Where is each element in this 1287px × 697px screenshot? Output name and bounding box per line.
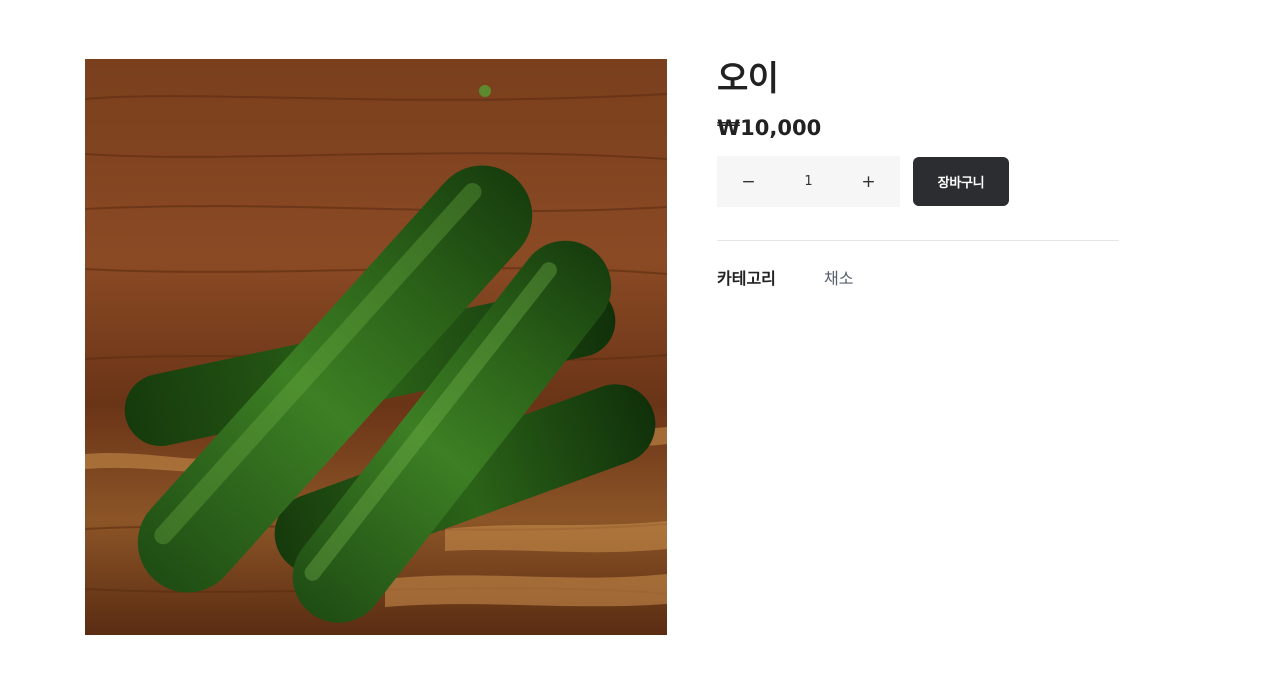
quantity-increment-button[interactable]: + [837, 156, 900, 207]
purchase-row: − 1 + 장바구니 [717, 156, 1119, 207]
category-label: 카테고리 [717, 269, 776, 288]
quantity-value[interactable]: 1 [780, 174, 837, 189]
divider [717, 240, 1119, 241]
cucumber-photo [85, 59, 667, 635]
category-value: 채소 [824, 269, 854, 288]
product-price: ₩10,000 [717, 116, 822, 140]
quantity-stepper: − 1 + [717, 156, 900, 207]
add-to-cart-button[interactable]: 장바구니 [913, 157, 1009, 206]
product-info: 오이 ₩10,000 − 1 + 장바구니 카테고리 채소 [717, 59, 1119, 289]
product-image [85, 59, 667, 635]
product-title: 오이 [717, 59, 779, 99]
quantity-decrement-button[interactable]: − [717, 156, 780, 207]
category-row: 카테고리 채소 [717, 269, 1119, 289]
product-detail-page: 오이 ₩10,000 − 1 + 장바구니 카테고리 채소 [0, 0, 1287, 697]
